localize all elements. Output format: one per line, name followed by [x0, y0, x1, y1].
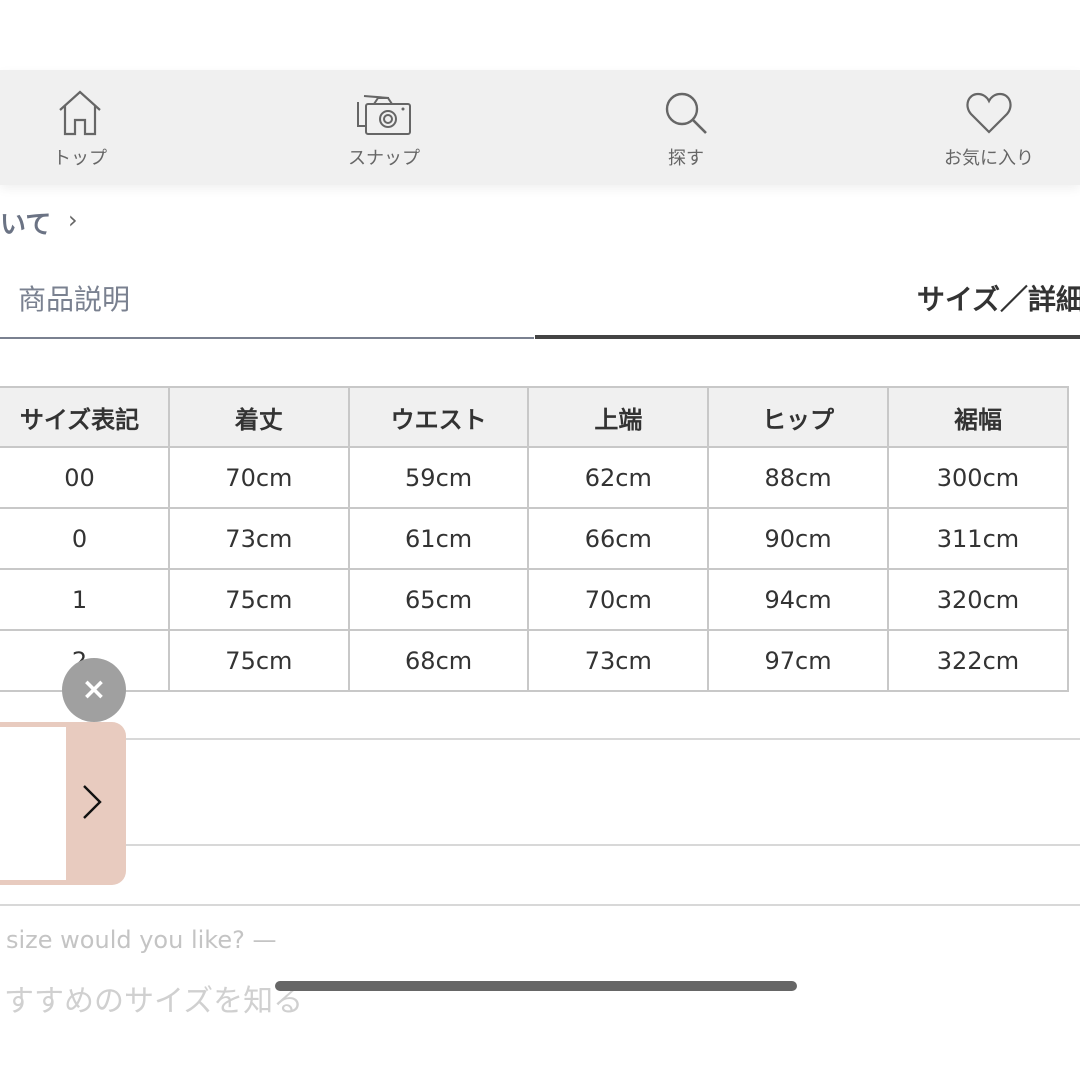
nav-label: スナップ [348, 148, 420, 169]
table-cell: 97cm [707, 629, 889, 692]
table-cell: 311cm [886, 507, 1070, 570]
table-cell: 75cm [168, 568, 350, 631]
table-cell: 66cm [527, 507, 710, 570]
column-header: 裾幅 [886, 386, 1070, 448]
chevron-right-icon[interactable] [80, 782, 104, 822]
column-header: サイズ表記 [0, 386, 170, 448]
nav-item-search[interactable]: 探す [616, 88, 756, 170]
size-table: サイズ表記 着丈 ウエスト 上端 ヒップ 裾幅 00 70cm 59cm 62cm 88… [0, 386, 1070, 692]
floating-banner[interactable] [0, 722, 126, 885]
size-recommend-link[interactable]: すすめのサイズを知る [4, 976, 303, 1020]
banner-content [0, 727, 66, 880]
table-cell: 65cm [347, 568, 530, 631]
table-cell: 73cm [527, 629, 710, 692]
size-question: size would you like? — [6, 926, 277, 954]
table-row: 0 73cm 61cm 66cm 90cm 311cm [0, 507, 1070, 570]
camera-icon [357, 95, 411, 135]
chevron-right-icon: › [68, 206, 78, 234]
table-cell: 320cm [886, 568, 1070, 631]
tab-product-description[interactable]: 商品説明 [18, 278, 130, 318]
column-header: 上端 [527, 386, 710, 448]
nav-label: 探す [668, 148, 704, 169]
table-cell: 88cm [707, 446, 889, 509]
table-cell: 59cm [347, 446, 530, 509]
table-cell: 62cm [527, 446, 710, 509]
nav-item-top[interactable]: トップ [10, 88, 150, 170]
column-header: ウエスト [347, 386, 530, 448]
table-row: 275cm68cm73cm97cm322cm [0, 629, 1070, 692]
heart-icon [966, 92, 1012, 134]
tab-divider [0, 337, 534, 339]
divider [126, 738, 1080, 740]
nav-item-favorites[interactable]: お気に入り [919, 88, 1059, 170]
table-cell: 70cm [527, 568, 710, 631]
home-icon [59, 90, 101, 136]
table-cell: 00 [0, 446, 170, 509]
active-tab-indicator [535, 335, 1080, 339]
search-icon [665, 92, 707, 134]
bottom-nav-bar: トップ スナップ 探す お気に入り [0, 70, 1080, 185]
table-row: 00 70cm 59cm 62cm 88cm 300cm [0, 446, 1070, 509]
nav-label: トップ [53, 148, 107, 169]
table-header-row: サイズ表記 着丈 ウエスト 上端 ヒップ 裾幅 [0, 386, 1070, 448]
nav-item-snap[interactable]: スナップ [314, 88, 454, 170]
table-cell: 61cm [347, 507, 530, 570]
table-cell: 68cm [347, 629, 530, 692]
column-header: ヒップ [707, 386, 889, 448]
breadcrumb-link[interactable]: いて [0, 204, 51, 241]
table-cell: 94cm [707, 568, 889, 631]
table-cell: 70cm [168, 446, 350, 509]
column-header: 着丈 [168, 386, 350, 448]
table-cell: 73cm [168, 507, 350, 570]
divider [0, 904, 1080, 906]
tab-size-details[interactable]: サイズ／詳細 [917, 278, 1080, 318]
table-row: 1 75cm 65cm 70cm 94cm 320cm [0, 568, 1070, 631]
table-cell: 300cm [886, 446, 1070, 509]
table-cell: 90cm [707, 507, 889, 570]
table-cell: 1 [0, 568, 170, 631]
table-cell: 322cm [886, 629, 1070, 692]
table-cell: 75cm [168, 629, 350, 692]
table-cell: 0 [0, 507, 170, 570]
home-indicator[interactable] [275, 981, 797, 991]
nav-label: お気に入り [944, 148, 1034, 169]
divider [126, 844, 1080, 846]
close-button[interactable]: × [62, 658, 126, 722]
